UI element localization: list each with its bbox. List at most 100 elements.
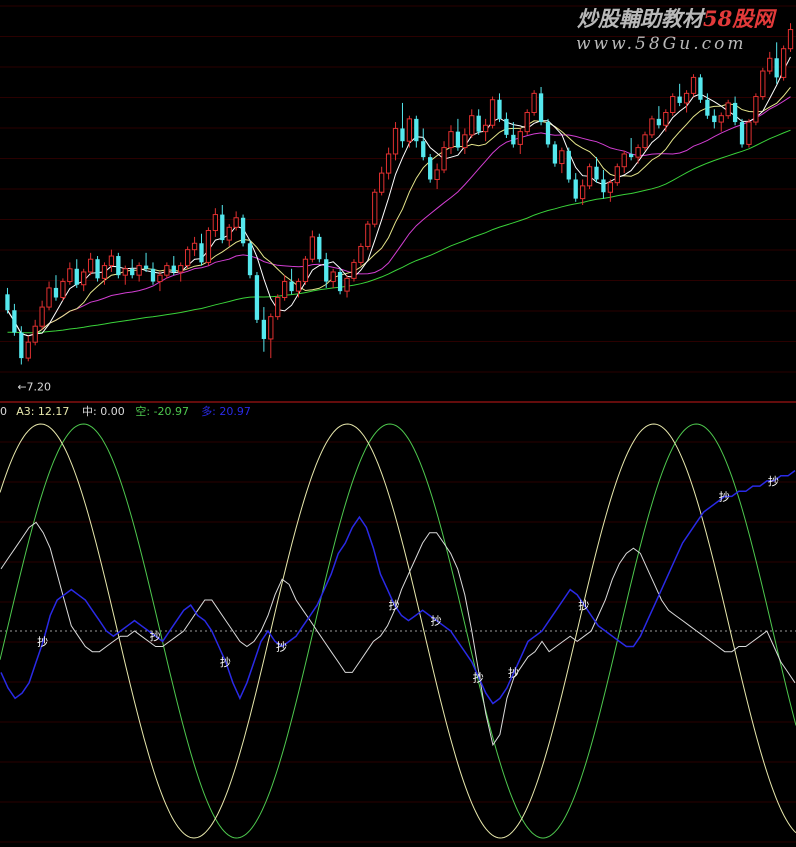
candle-body-up — [302, 258, 309, 283]
candle-body-up — [344, 277, 350, 292]
candle-body-down — [698, 77, 703, 100]
candle-body-up — [690, 76, 697, 94]
candle-body-up — [683, 92, 690, 104]
indicator-legend: 0 A3: 12.17 中: 0.00 空: -20.97 多: 20.97 — [0, 404, 251, 418]
ma60-line — [7, 129, 791, 334]
stock-chart[interactable]: ←7.20 0 A3: 12.17 中: 0.00 空: -20.97 多: 20.97… — [0, 0, 796, 847]
oscillator-white-line — [0, 521, 796, 747]
candle-body-up — [586, 166, 593, 187]
candle-body-down — [240, 217, 246, 244]
watermark-url: www.58Gu.com — [576, 34, 746, 54]
low-price-label: ←7.20 — [17, 380, 51, 393]
buy-signal-label: 抄 — [719, 489, 730, 503]
candle-body-down — [53, 287, 59, 298]
candle-body-up — [621, 153, 627, 168]
candle-body-down — [289, 281, 294, 292]
candle-body-down — [594, 166, 599, 180]
legend-item: 0 — [0, 405, 7, 418]
candle-body-up — [212, 214, 219, 232]
candle-body-up — [385, 153, 392, 174]
candle-body-down — [573, 179, 578, 199]
candle-body-down — [143, 265, 149, 269]
candle-body-up — [392, 127, 399, 155]
candle-body-down — [712, 115, 717, 123]
candle-body-down — [247, 243, 253, 276]
candle-body-down — [566, 150, 571, 180]
candle-body-down — [428, 157, 433, 180]
watermark-title-a: 炒股輔助教材 — [577, 6, 706, 31]
watermark-title: 炒股輔助教材58股网 — [577, 6, 777, 31]
candle-body-up — [358, 245, 364, 263]
candle-body-up — [614, 166, 620, 184]
candle-body-down — [677, 96, 682, 103]
candle-body-down — [774, 58, 779, 78]
oscillator-blue-line — [0, 469, 796, 705]
candle-body-down — [538, 93, 544, 123]
candle-body-up — [46, 287, 52, 308]
candle-body-down — [254, 275, 260, 320]
candle-body-down — [74, 268, 79, 285]
candle-body-down — [656, 118, 662, 126]
candle-body-down — [476, 115, 481, 132]
buy-signal-label: 抄 — [150, 629, 161, 643]
candle-body-up — [309, 236, 316, 260]
candle-body-down — [317, 236, 322, 260]
candle-body-up — [448, 131, 454, 149]
candle-body-up — [579, 185, 586, 200]
buy-signal-label: 抄 — [431, 614, 442, 628]
candle-body-down — [19, 332, 24, 359]
candle-body-down — [12, 310, 17, 333]
candle-body-up — [365, 223, 371, 247]
buy-signal-label: 抄 — [508, 665, 519, 679]
candle-body-down — [705, 99, 710, 116]
candle-body-up — [663, 112, 669, 126]
candle-body-up — [268, 316, 274, 340]
candle-body-down — [511, 134, 516, 145]
legend-item: 多: 20.97 — [201, 404, 251, 418]
candle-body-down — [337, 271, 343, 292]
candle-body-up — [559, 150, 565, 165]
candle-body-up — [101, 265, 108, 279]
candle-body-up — [233, 217, 239, 228]
candle-body-up — [282, 281, 288, 299]
legend-item: 空: -20.97 — [135, 404, 189, 418]
candle-body-down — [5, 294, 10, 311]
candle-body-up — [531, 92, 537, 113]
candle-body-up — [164, 265, 170, 276]
buy-signal-label: 抄 — [768, 474, 779, 488]
candle-body-down — [130, 268, 135, 276]
candle-body-up — [178, 265, 184, 273]
candle-body-up — [767, 57, 773, 72]
candle-body-down — [414, 118, 419, 142]
legend-item: A3: 12.17 — [16, 405, 69, 418]
candle-body-up — [649, 118, 655, 136]
candle-body-up — [753, 96, 759, 123]
candle-body-up — [469, 115, 475, 136]
candle-body-up — [787, 29, 794, 50]
buy-signal-label: 抄 — [578, 598, 589, 612]
candle-body-up — [205, 230, 212, 263]
legend-item: 中: 0.00 — [82, 405, 125, 418]
candle-body-down — [171, 265, 176, 272]
candle-body-down — [199, 243, 204, 263]
candle-body-up — [760, 70, 766, 98]
candle-body-up — [406, 118, 413, 142]
candle-body-up — [330, 271, 336, 283]
candle-body-up — [275, 297, 281, 318]
candle-body-up — [635, 147, 641, 158]
candle-body-up — [780, 48, 787, 78]
candle-body-up — [157, 274, 163, 283]
watermark-title-b: 58股网 — [703, 6, 777, 31]
candle-body-up — [607, 182, 614, 193]
candle-body-down — [324, 259, 329, 282]
candle-body-down — [150, 268, 156, 282]
buy-signal-label: 抄 — [220, 655, 231, 669]
candle-body-down — [497, 99, 502, 119]
candle-body-up — [122, 268, 128, 276]
candle-body-down — [552, 144, 558, 164]
oscillator-panel[interactable]: 抄抄抄抄抄抄抄 抄抄抄抄 — [0, 423, 796, 839]
price-panel[interactable]: ←7.20 — [5, 23, 794, 393]
buy-signal-label: 抄 — [388, 598, 399, 612]
candle-body-up — [39, 306, 45, 327]
candle-body-up — [60, 281, 66, 299]
